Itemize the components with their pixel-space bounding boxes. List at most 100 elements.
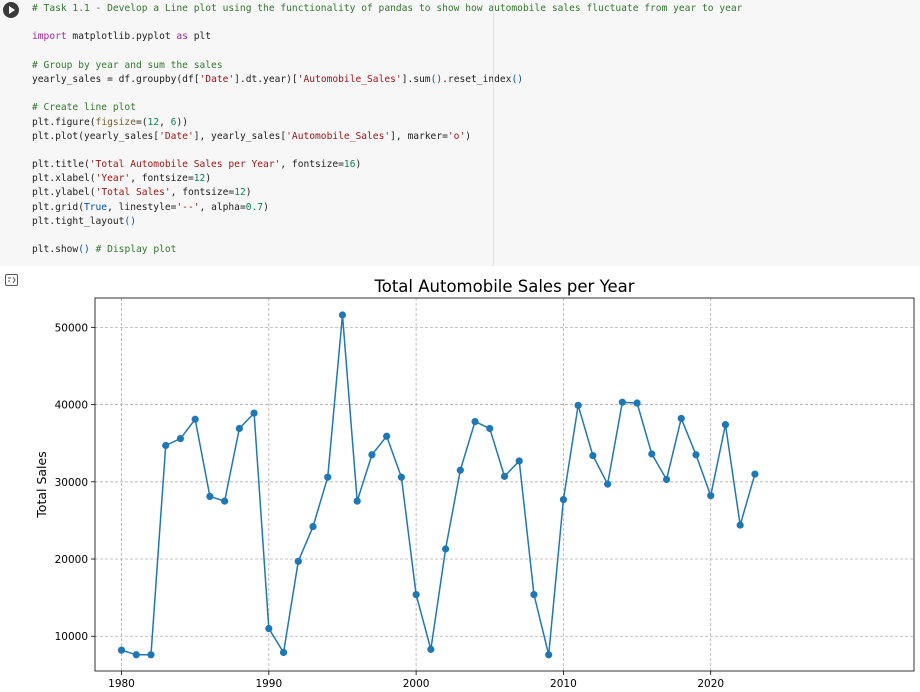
data-point <box>338 311 347 319</box>
data-point <box>736 521 744 529</box>
code-editor[interactable]: # Task 1.1 - Develop a Line plot using t… <box>32 2 742 257</box>
code-token: .reset_index <box>442 73 512 85</box>
series-line <box>121 314 756 656</box>
code-token: , fontsize= <box>280 159 344 171</box>
code-line: plt.figure(figsize=(12, 6)) <box>32 116 742 130</box>
code-token: # Display plot <box>95 244 177 256</box>
data-point <box>589 451 597 460</box>
code-token: 'Date' <box>199 73 235 85</box>
code-token: plt.grid( <box>32 201 84 213</box>
data-point <box>176 434 185 443</box>
code-token: True <box>83 201 108 213</box>
x-tick-label: 1980 <box>108 678 135 690</box>
code-line: plt.ylabel('Total Sales', fontsize=12) <box>32 186 742 200</box>
data-point <box>545 651 553 659</box>
data-point <box>162 441 170 450</box>
code-token: plt.tight_layout <box>32 215 125 227</box>
code-token: ) <box>205 173 212 185</box>
code-token: '--' <box>176 201 200 213</box>
code-token: plt.xlabel( <box>32 173 96 185</box>
plot-area-frame <box>94 297 915 672</box>
series-markers <box>117 311 759 659</box>
code-token: ].dt.year)[ <box>234 73 298 85</box>
code-token: 16 <box>343 159 356 171</box>
code-line: plt.plot(yearly_sales['Date'], yearly_sa… <box>32 130 742 144</box>
data-point <box>648 450 656 458</box>
code-token: )) <box>176 116 189 128</box>
code-token: =( <box>135 116 148 128</box>
code-token: ], yearly_sales[ <box>193 130 287 142</box>
data-point <box>117 646 126 654</box>
x-tick-label: 2020 <box>697 678 724 690</box>
x-tick-label: 2010 <box>550 678 577 690</box>
y-tick-label: 50000 <box>55 322 88 334</box>
code-token: 0.7 <box>245 201 264 213</box>
data-point <box>221 497 229 505</box>
code-token: plt.title( <box>32 159 90 171</box>
code-token: figsize <box>95 116 136 128</box>
y-tick-label: 40000 <box>55 400 88 412</box>
code-token: 12 <box>193 173 206 185</box>
data-point <box>633 399 641 407</box>
data-point <box>132 651 140 659</box>
code-token: 'Date' <box>159 130 194 142</box>
code-token: plt <box>187 31 212 43</box>
code-token: ) <box>245 187 252 199</box>
code-token: as <box>176 31 188 43</box>
code-line: yearly_sales = df.groupby(df['Date'].dt.… <box>32 73 742 87</box>
x-tick-label: 2000 <box>403 678 430 690</box>
code-token: , alpha= <box>199 201 246 213</box>
data-point <box>250 409 258 417</box>
code-token: , fontsize= <box>130 173 194 185</box>
code-token: matplotlib.pyplot <box>66 31 177 43</box>
data-point <box>500 472 509 480</box>
data-point <box>530 590 538 599</box>
data-point <box>618 398 626 406</box>
code-token: , <box>159 116 171 128</box>
data-point <box>279 648 288 657</box>
code-token: ].sum <box>401 73 431 85</box>
data-point <box>662 475 671 484</box>
code-token: ) <box>465 130 471 142</box>
code-token: plt.plot(yearly_sales[ <box>32 130 160 142</box>
y-tick-label: 10000 <box>55 631 88 643</box>
x-tick-label: 1990 <box>255 678 282 690</box>
code-token: 'Automobile_Sales' <box>297 73 402 85</box>
code-token: 12 <box>234 187 246 199</box>
data-point <box>574 401 582 409</box>
code-token: plt.show <box>32 244 79 256</box>
code-token: 'o' <box>447 130 466 142</box>
y-tick-label: 20000 <box>55 554 88 566</box>
data-point <box>515 457 523 465</box>
y-axis-label: Total Sales <box>34 451 49 518</box>
data-point <box>486 424 494 433</box>
code-token: 'Year' <box>95 173 131 185</box>
code-token: plt.ylabel( <box>32 187 96 199</box>
data-point <box>559 495 568 504</box>
data-point <box>294 557 302 565</box>
y-tick-label: 30000 <box>55 477 88 489</box>
code-token: # Task 1.1 - Develop a Line plot using t… <box>32 3 743 14</box>
axis-ticks: 1980 1990 2000 2010 2020 10000 20000 30000 40000… <box>55 322 724 690</box>
code-token: 'Automobile_Sales' <box>286 130 391 142</box>
code-token: () <box>511 73 524 85</box>
data-point <box>604 480 612 488</box>
code-token: plt.figure( <box>32 116 96 128</box>
chart-grid <box>95 298 914 671</box>
code-token: yearly_sales = df.groupby(df[ <box>32 73 200 85</box>
code-token: 12 <box>147 116 160 128</box>
data-point <box>206 492 214 501</box>
code-token: () <box>124 215 136 227</box>
line-chart: 1980 1990 2000 2010 2020 10000 20000 30000 40000… <box>34 277 915 690</box>
data-point <box>751 470 759 478</box>
code-cell[interactable]: # Task 1.1 - Develop a Line plot using t… <box>0 0 920 266</box>
run-cell-button[interactable] <box>3 2 19 18</box>
code-line: plt.grid(True, linestyle='--', alpha=0.7… <box>32 201 742 215</box>
data-point <box>147 651 155 659</box>
chart-title: Total Automobile Sales per Year <box>373 277 634 296</box>
code-token: # Group by year and sum the sales <box>32 59 223 71</box>
code-token: () <box>78 244 90 256</box>
code-token: , linestyle= <box>107 201 177 213</box>
